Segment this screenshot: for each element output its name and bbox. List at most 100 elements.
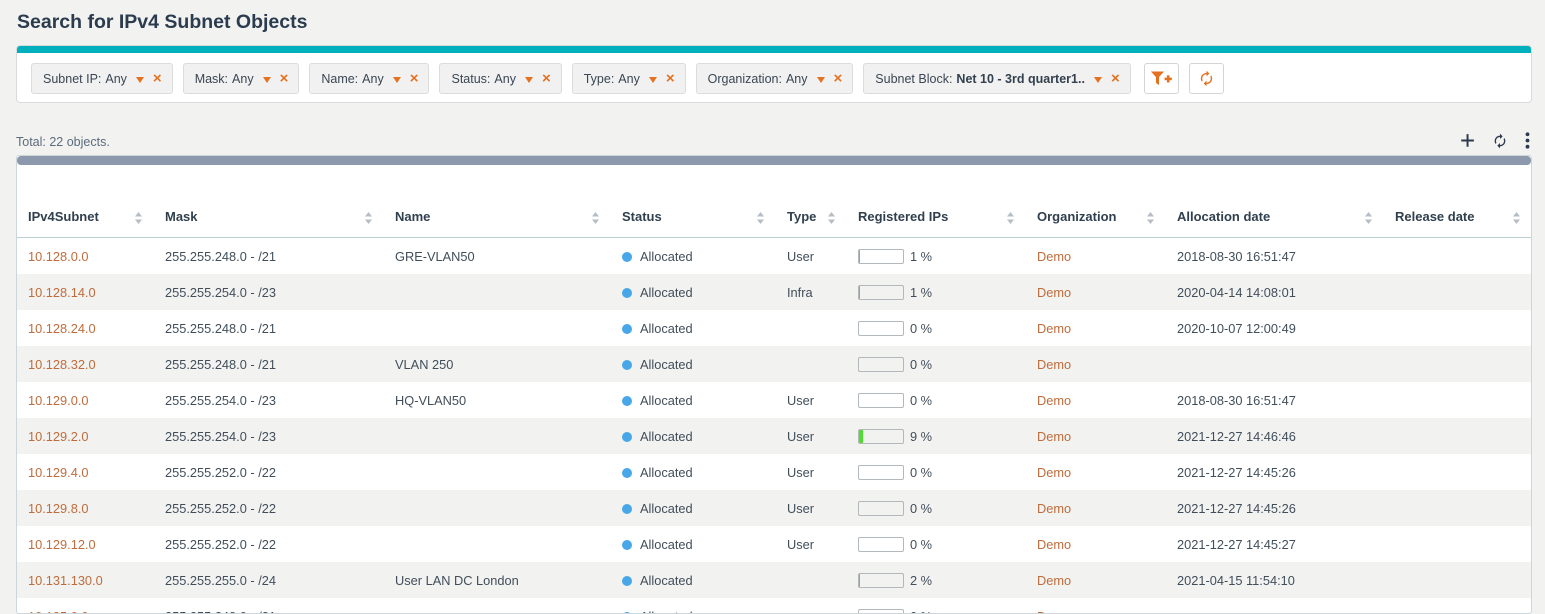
registered-ips-cell: 0 %	[846, 382, 1025, 418]
subnet-link[interactable]: 10.129.4.0	[28, 465, 89, 480]
subnet-link[interactable]: 10.128.0.0	[28, 249, 89, 264]
organization-link[interactable]: Demo	[1037, 573, 1071, 588]
sort-icon[interactable]	[756, 212, 765, 224]
registered-ips-percent: 0 %	[910, 501, 932, 516]
type-cell: User	[775, 454, 846, 490]
column-header-registered-ips[interactable]: Registered IPs	[846, 165, 1025, 238]
chevron-down-icon[interactable]	[817, 77, 825, 83]
sort-icon[interactable]	[1146, 212, 1155, 224]
subnet-link[interactable]: 10.129.0.0	[28, 393, 89, 408]
column-header-allocation-date[interactable]: Allocation date	[1165, 165, 1383, 238]
chevron-down-icon[interactable]	[263, 77, 271, 83]
filter-chip-subnet-block[interactable]: Subnet Block:Net 10 - 3rd quarter1..×	[863, 63, 1130, 94]
column-label: IPv4Subnet	[28, 209, 99, 224]
add-object-button[interactable]	[1460, 133, 1475, 148]
allocation-date-cell	[1165, 346, 1383, 382]
registered-ips-bar	[858, 537, 904, 552]
filter-chip-status[interactable]: Status:Any×	[439, 63, 561, 94]
registered-ips-bar	[858, 573, 904, 588]
column-header-release-date[interactable]: Release date	[1383, 165, 1531, 238]
subnet-link[interactable]: 10.129.12.0	[28, 537, 96, 552]
type-cell: Infra	[775, 274, 846, 310]
column-header-name[interactable]: Name	[383, 165, 610, 238]
organization-link[interactable]: Demo	[1037, 249, 1071, 264]
remove-filter-icon[interactable]: ×	[153, 71, 162, 86]
subnet-table: IPv4Subnet Mask NameStatusTypeRegistered I…	[17, 165, 1531, 614]
sort-icon[interactable]	[591, 212, 600, 224]
organization-link[interactable]: Demo	[1037, 285, 1071, 300]
sort-icon[interactable]	[364, 212, 373, 224]
panel-accent-bar	[17, 46, 1531, 53]
sort-icon[interactable]	[134, 212, 143, 224]
sort-icon[interactable]	[827, 212, 836, 224]
allocation-date-cell: 2021-12-27 14:46:46	[1165, 418, 1383, 454]
organization-link[interactable]: Demo	[1037, 609, 1071, 614]
remove-filter-icon[interactable]: ×	[410, 71, 419, 86]
refresh-list-button[interactable]	[1492, 133, 1508, 149]
page: Search for IPv4 Subnet Objects Subnet IP…	[0, 0, 1545, 614]
filter-chip-label: Subnet IP:	[43, 72, 101, 86]
organization-cell: Demo	[1025, 526, 1165, 562]
column-header-mask[interactable]: Mask	[153, 165, 383, 238]
organization-link[interactable]: Demo	[1037, 393, 1071, 408]
column-label: Mask	[165, 209, 198, 224]
chevron-down-icon[interactable]	[525, 77, 533, 83]
mask-cell: 255.255.252.0 - /22	[153, 454, 383, 490]
subnet-link[interactable]: 10.128.14.0	[28, 285, 96, 300]
refresh-filters-button[interactable]	[1189, 63, 1224, 94]
organization-link[interactable]: Demo	[1037, 537, 1071, 552]
organization-link[interactable]: Demo	[1037, 501, 1071, 516]
mask-cell: 255.255.252.0 - /22	[153, 490, 383, 526]
registered-ips-cell: 1 %	[846, 274, 1025, 310]
chevron-down-icon[interactable]	[136, 77, 144, 83]
sort-icon[interactable]	[1364, 212, 1373, 224]
status-cell: Allocated	[610, 382, 775, 418]
filter-chip-type[interactable]: Type:Any×	[572, 63, 686, 94]
filter-chip-organization[interactable]: Organization:Any×	[696, 63, 854, 94]
more-options-button[interactable]	[1525, 132, 1530, 149]
allocation-date-cell: 2020-10-07 12:00:49	[1165, 310, 1383, 346]
subnet-link[interactable]: 10.129.2.0	[28, 429, 89, 444]
filter-chip-label: Mask:	[195, 72, 228, 86]
remove-filter-icon[interactable]: ×	[666, 71, 675, 86]
remove-filter-icon[interactable]: ×	[1111, 71, 1120, 86]
filter-chip-mask[interactable]: Mask:Any×	[183, 63, 300, 94]
refresh-icon	[1198, 70, 1215, 87]
chevron-down-icon[interactable]	[649, 77, 657, 83]
column-header-type[interactable]: Type	[775, 165, 846, 238]
mask-cell: 255.255.248.0 - /21	[153, 310, 383, 346]
chevron-down-icon[interactable]	[393, 77, 401, 83]
subnet-link[interactable]: 10.135.0.0	[28, 609, 89, 614]
column-header-organization[interactable]: Organization	[1025, 165, 1165, 238]
remove-filter-icon[interactable]: ×	[280, 71, 289, 86]
name-cell	[383, 490, 610, 526]
horizontal-scrollbar[interactable]	[17, 156, 1531, 165]
organization-link[interactable]: Demo	[1037, 357, 1071, 372]
filter-chip-subnet-ip[interactable]: Subnet IP:Any×	[31, 63, 173, 94]
sort-icon[interactable]	[1006, 212, 1015, 224]
organization-link[interactable]: Demo	[1037, 429, 1071, 444]
kebab-menu-icon	[1525, 132, 1530, 149]
sort-icon[interactable]	[1512, 212, 1521, 224]
registered-ips-bar	[858, 609, 904, 614]
release-date-cell	[1383, 346, 1531, 382]
organization-link[interactable]: Demo	[1037, 465, 1071, 480]
subnet-link[interactable]: 10.131.130.0	[28, 573, 103, 588]
registered-ips-percent: 0 %	[910, 465, 932, 480]
subnet-link[interactable]: 10.129.8.0	[28, 501, 89, 516]
remove-filter-icon[interactable]: ×	[542, 71, 551, 86]
add-filter-button[interactable]	[1144, 63, 1179, 94]
registered-ips-percent: 1 %	[910, 249, 932, 264]
subnet-link[interactable]: 10.128.32.0	[28, 357, 96, 372]
remove-filter-icon[interactable]: ×	[834, 71, 843, 86]
column-header-status[interactable]: Status	[610, 165, 775, 238]
filter-chip-name[interactable]: Name:Any×	[309, 63, 429, 94]
subnet-cell: 10.129.2.0	[17, 418, 153, 454]
chevron-down-icon[interactable]	[1094, 77, 1102, 83]
column-header-ipv4subnet[interactable]: IPv4Subnet	[17, 165, 153, 238]
subnet-link[interactable]: 10.128.24.0	[28, 321, 96, 336]
organization-link[interactable]: Demo	[1037, 321, 1071, 336]
name-cell	[383, 454, 610, 490]
filter-chip-value: Net 10 - 3rd quarter1..	[956, 72, 1085, 86]
type-cell: User	[775, 382, 846, 418]
